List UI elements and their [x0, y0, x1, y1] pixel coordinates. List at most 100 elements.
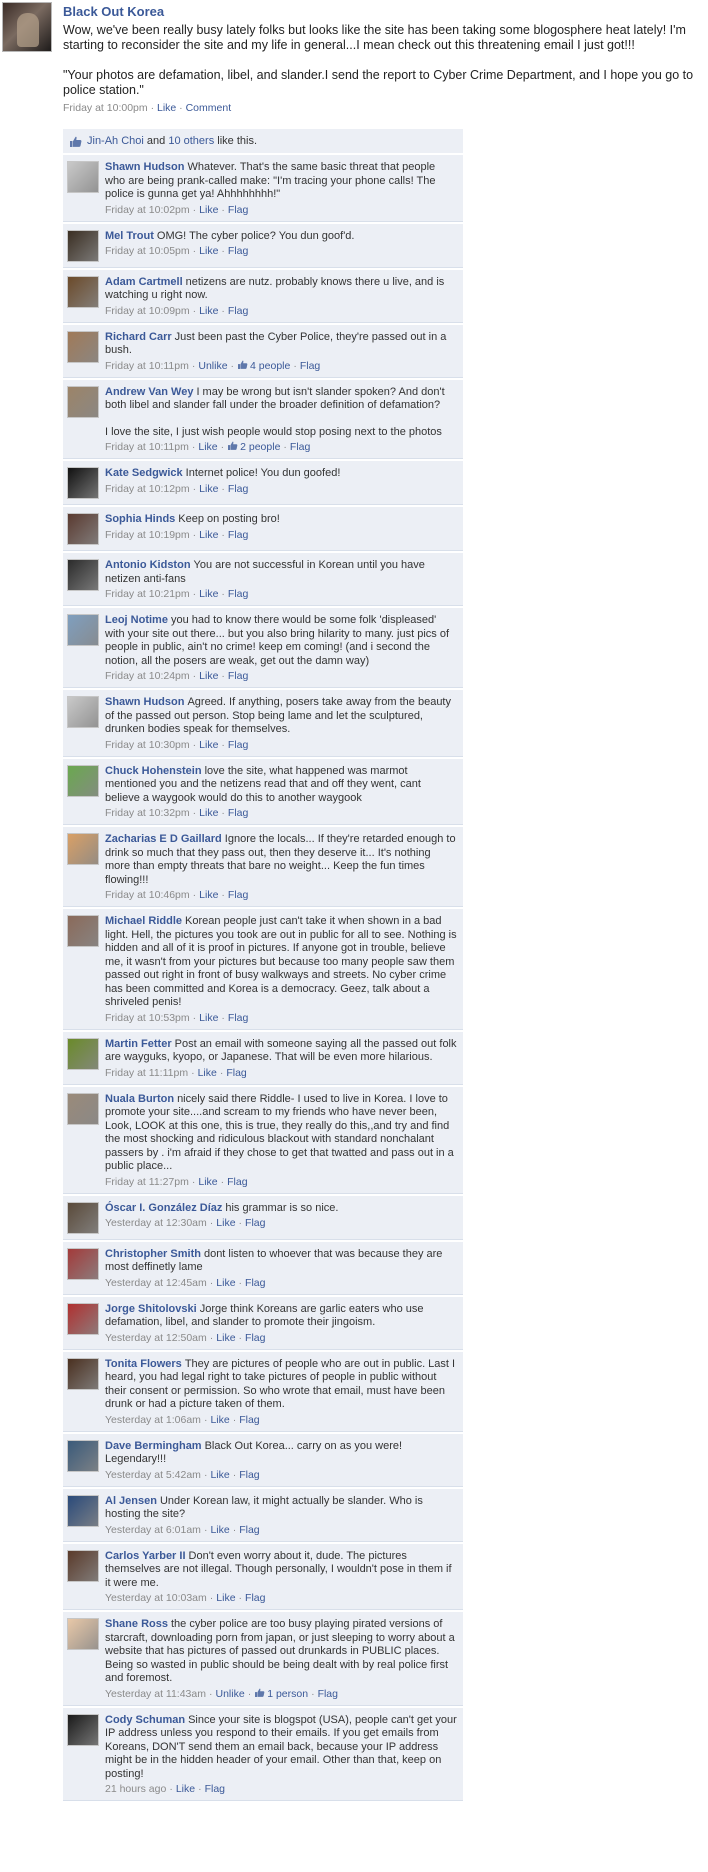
- comment-flag-link[interactable]: Flag: [228, 588, 248, 600]
- commenter-name-link[interactable]: Mel Trout: [105, 230, 154, 242]
- comment-flag-link[interactable]: Flag: [227, 1176, 247, 1188]
- commenter-avatar[interactable]: [67, 1713, 99, 1746]
- comment-likers-link[interactable]: 1 person: [267, 1688, 308, 1700]
- comment-flag-link[interactable]: Flag: [245, 1592, 265, 1604]
- commenter-avatar[interactable]: [67, 467, 99, 499]
- comment-flag-link[interactable]: Flag: [228, 889, 248, 901]
- commenter-name-link[interactable]: Shane Ross: [105, 1618, 168, 1630]
- commenter-avatar[interactable]: [67, 833, 99, 865]
- commenter-avatar[interactable]: [67, 614, 99, 646]
- post-author-link[interactable]: Black Out Korea: [63, 4, 164, 19]
- first-liker-link[interactable]: Jin-Ah Choi: [87, 135, 144, 147]
- commenter-name-link[interactable]: Sophia Hinds: [105, 513, 175, 525]
- commenter-avatar[interactable]: [67, 915, 99, 947]
- comment-like-link[interactable]: Like: [199, 670, 218, 682]
- commenter-avatar[interactable]: [67, 1302, 99, 1335]
- comment-like-link[interactable]: Unlike: [198, 360, 227, 372]
- comment-flag-link[interactable]: Flag: [245, 1332, 265, 1344]
- comment-flag-link[interactable]: Flag: [228, 245, 248, 257]
- comment-flag-link[interactable]: Flag: [205, 1783, 225, 1795]
- commenter-avatar[interactable]: [67, 1439, 99, 1472]
- comment-like-link[interactable]: Unlike: [216, 1688, 245, 1700]
- commenter-name-link[interactable]: Jorge Shitolovski: [105, 1303, 197, 1315]
- comment-flag-link[interactable]: Flag: [318, 1688, 338, 1700]
- comment-likers-link[interactable]: 2 people: [240, 441, 280, 453]
- comment-like-link[interactable]: Like: [199, 739, 218, 751]
- comment-like-link[interactable]: Like: [210, 1469, 229, 1481]
- commenter-avatar[interactable]: [67, 229, 99, 262]
- comment-flag-link[interactable]: Flag: [300, 360, 320, 372]
- comment-like-link[interactable]: Like: [199, 305, 218, 317]
- comment-like-link[interactable]: Like: [199, 889, 218, 901]
- commenter-avatar[interactable]: [67, 1549, 99, 1582]
- commenter-name-link[interactable]: Tonita Flowers: [105, 1358, 182, 1370]
- comment-like-link[interactable]: Like: [216, 1332, 235, 1344]
- commenter-name-link[interactable]: Carlos Yarber II: [105, 1550, 186, 1562]
- commenter-name-link[interactable]: Shawn Hudson: [105, 696, 184, 708]
- comment-flag-link[interactable]: Flag: [245, 1277, 265, 1289]
- commenter-avatar[interactable]: [67, 696, 99, 728]
- comment-flag-link[interactable]: Flag: [228, 529, 248, 541]
- comment-like-link[interactable]: Like: [198, 1176, 217, 1188]
- comment-like-link[interactable]: Like: [176, 1783, 195, 1795]
- comment-like-link[interactable]: Like: [199, 529, 218, 541]
- commenter-name-link[interactable]: Richard Carr: [105, 331, 172, 343]
- comment-like-link[interactable]: Like: [199, 1012, 218, 1024]
- commenter-avatar[interactable]: [67, 1092, 99, 1125]
- comment-flag-link[interactable]: Flag: [239, 1524, 259, 1536]
- commenter-name-link[interactable]: Chuck Hohenstein: [105, 765, 202, 777]
- commenter-name-link[interactable]: Óscar I. González Díaz: [105, 1202, 222, 1214]
- comment-flag-link[interactable]: Flag: [228, 670, 248, 682]
- comment-like-link[interactable]: Like: [210, 1414, 229, 1426]
- comment-like-link[interactable]: Like: [198, 441, 217, 453]
- comment-flag-link[interactable]: Flag: [228, 483, 248, 495]
- comment-flag-link[interactable]: Flag: [245, 1217, 265, 1229]
- others-liked-link[interactable]: 10 others: [168, 135, 214, 147]
- comment-flag-link[interactable]: Flag: [226, 1067, 246, 1079]
- post-like-link[interactable]: Like: [157, 102, 176, 114]
- commenter-name-link[interactable]: Antonio Kidston: [105, 559, 191, 571]
- comment-like-link[interactable]: Like: [216, 1217, 235, 1229]
- commenter-name-link[interactable]: Cody Schuman: [105, 1714, 185, 1726]
- commenter-avatar[interactable]: [67, 513, 99, 545]
- commenter-avatar[interactable]: [67, 1357, 99, 1390]
- comment-flag-link[interactable]: Flag: [239, 1414, 259, 1426]
- comment-like-link[interactable]: Like: [216, 1592, 235, 1604]
- commenter-name-link[interactable]: Dave Bermingham: [105, 1440, 202, 1452]
- commenter-name-link[interactable]: Michael Riddle: [105, 915, 182, 927]
- comment-like-link[interactable]: Like: [199, 245, 218, 257]
- comment-flag-link[interactable]: Flag: [228, 807, 248, 819]
- comment-like-link[interactable]: Like: [199, 204, 218, 216]
- comment-flag-link[interactable]: Flag: [228, 305, 248, 317]
- commenter-avatar[interactable]: [67, 385, 99, 418]
- commenter-name-link[interactable]: Shawn Hudson: [105, 161, 184, 173]
- commenter-avatar[interactable]: [67, 1247, 99, 1280]
- commenter-avatar[interactable]: [67, 330, 99, 363]
- commenter-avatar[interactable]: [67, 559, 99, 591]
- commenter-avatar[interactable]: [67, 1037, 99, 1070]
- commenter-name-link[interactable]: Leoj Notime: [105, 614, 168, 626]
- comment-flag-link[interactable]: Flag: [228, 204, 248, 216]
- comment-like-link[interactable]: Like: [210, 1524, 229, 1536]
- comment-likers-link[interactable]: 4 people: [250, 360, 290, 372]
- commenter-name-link[interactable]: Andrew Van Wey: [105, 386, 193, 398]
- commenter-name-link[interactable]: Martin Fetter: [105, 1038, 172, 1050]
- comment-like-link[interactable]: Like: [198, 1067, 217, 1079]
- commenter-name-link[interactable]: Nuala Burton: [105, 1093, 174, 1105]
- post-comment-link[interactable]: Comment: [186, 102, 232, 114]
- commenter-name-link[interactable]: Al Jensen: [105, 1495, 157, 1507]
- commenter-name-link[interactable]: Zacharias E D Gaillard: [105, 833, 222, 845]
- commenter-avatar[interactable]: [67, 1494, 99, 1527]
- comment-flag-link[interactable]: Flag: [228, 1012, 248, 1024]
- comment-flag-link[interactable]: Flag: [290, 441, 310, 453]
- comment-like-link[interactable]: Like: [216, 1277, 235, 1289]
- comment-flag-link[interactable]: Flag: [228, 739, 248, 751]
- comment-like-link[interactable]: Like: [199, 588, 218, 600]
- commenter-avatar[interactable]: [67, 161, 99, 193]
- commenter-avatar[interactable]: [67, 1618, 99, 1650]
- page-avatar[interactable]: [2, 2, 52, 52]
- commenter-name-link[interactable]: Kate Sedgwick: [105, 467, 183, 479]
- comment-flag-link[interactable]: Flag: [239, 1469, 259, 1481]
- commenter-avatar[interactable]: [67, 1201, 99, 1234]
- comment-like-link[interactable]: Like: [199, 483, 218, 495]
